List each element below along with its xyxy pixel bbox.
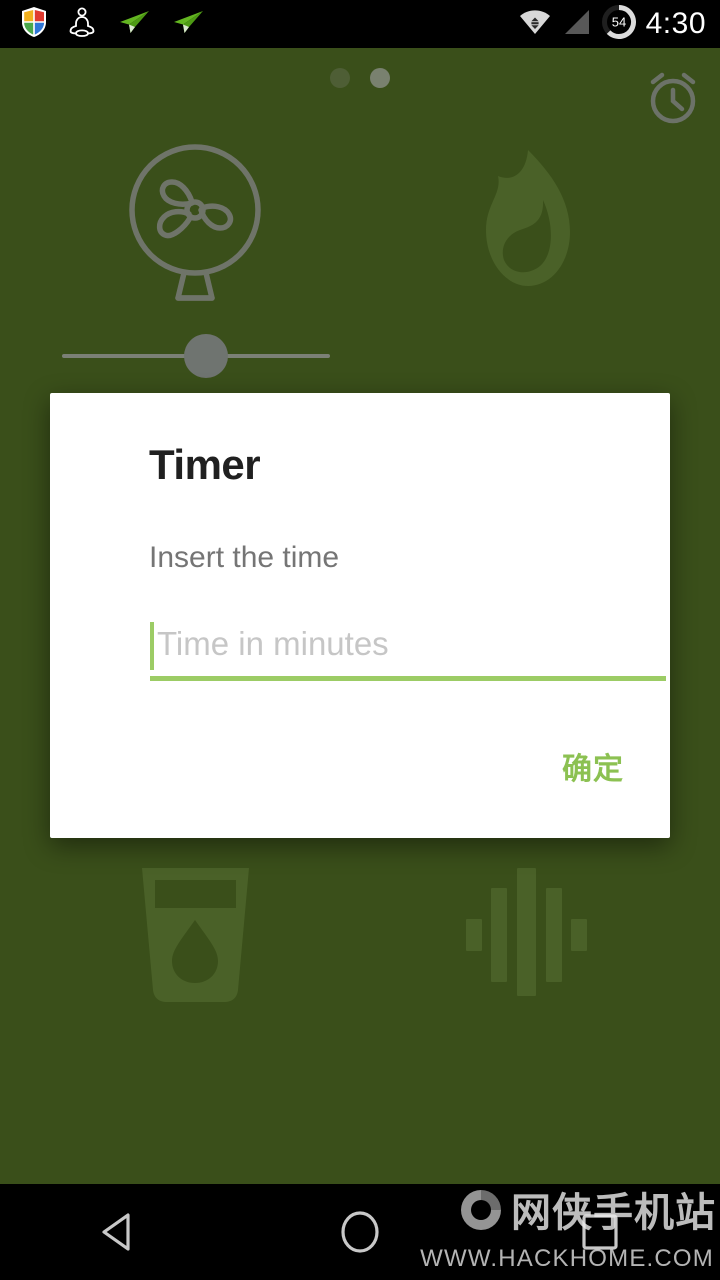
battery-level-text: 54 bbox=[611, 14, 625, 29]
sound-wave-icon[interactable] bbox=[460, 862, 595, 1012]
paper-plane-icon-2 bbox=[170, 8, 204, 41]
timer-dialog: Timer Insert the time Time in minutes 确定 bbox=[50, 393, 670, 838]
back-triangle-icon[interactable] bbox=[40, 1204, 200, 1260]
flame-icon[interactable] bbox=[448, 138, 603, 311]
fan-icon[interactable] bbox=[118, 138, 273, 311]
page-dot-2[interactable] bbox=[370, 68, 390, 88]
alarm-clock-icon[interactable] bbox=[642, 66, 704, 133]
status-bar: 54 4:30 bbox=[0, 0, 720, 48]
slider-thumb[interactable] bbox=[184, 334, 228, 378]
intensity-slider[interactable] bbox=[62, 334, 330, 378]
recents-square-icon[interactable] bbox=[520, 1204, 680, 1260]
dialog-message: Insert the time bbox=[149, 541, 340, 574]
status-bar-system: 54 4:30 bbox=[518, 4, 720, 44]
wifi-icon bbox=[518, 7, 552, 42]
status-bar-clock: 4:30 bbox=[645, 7, 706, 40]
input-underline bbox=[150, 676, 666, 681]
shield-icon bbox=[20, 6, 48, 43]
navigation-bar bbox=[0, 1184, 720, 1280]
page-indicator bbox=[0, 68, 720, 88]
time-input-field[interactable]: Time in minutes bbox=[150, 618, 666, 682]
paper-plane-icon-1 bbox=[116, 8, 150, 41]
page-dot-1[interactable] bbox=[330, 68, 350, 88]
battery-icon: 54 bbox=[601, 4, 636, 44]
confirm-button[interactable]: 确定 bbox=[562, 755, 624, 785]
time-input-placeholder: Time in minutes bbox=[157, 625, 389, 662]
signal-icon bbox=[562, 7, 592, 42]
phone-screen: 54 4:30 Timer Insert the time Time in mi… bbox=[0, 0, 720, 1280]
meditation-icon bbox=[68, 6, 96, 43]
text-cursor bbox=[150, 622, 154, 670]
dialog-title: Timer bbox=[149, 441, 261, 488]
status-bar-notifications bbox=[0, 6, 204, 43]
water-glass-icon[interactable] bbox=[128, 862, 263, 1012]
home-circle-icon[interactable] bbox=[280, 1204, 440, 1260]
